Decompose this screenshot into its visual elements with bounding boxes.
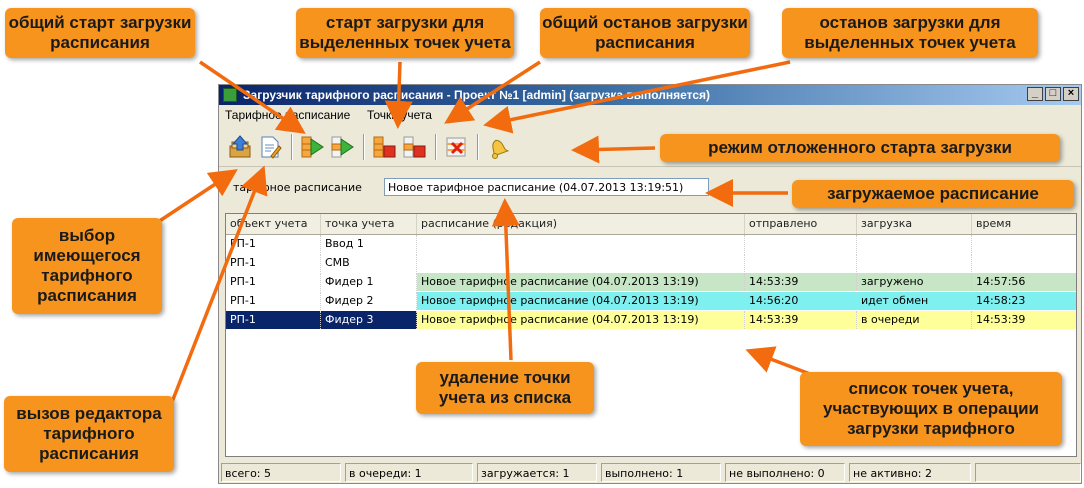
table-cell: 14:56:20 [745,292,857,310]
table-cell [972,254,1076,272]
stop-all-button[interactable] [371,134,397,160]
callout-stop-selected: останов загрузки для выделенных точек уч… [782,8,1038,58]
menu-metering-points[interactable]: Точки учета [367,108,432,122]
start-selected-button[interactable] [329,134,355,160]
table-cell: РП-1 [226,273,321,291]
callout-start-selected: старт загрузки для выделенных точек учет… [296,8,514,58]
status-bar: всего: 5 в очереди: 1 загружается: 1 вып… [221,463,1081,482]
toolbar-separator [363,134,365,160]
open-schedule-icon [229,135,251,158]
start-selected-icon [331,136,354,158]
bell-icon [491,139,510,159]
deferred-start-button[interactable] [485,134,511,160]
schedule-label: тарифное расписание [233,181,362,194]
status-failed: не выполнено: 0 [725,463,845,482]
column-header[interactable]: время [972,214,1076,234]
table-cell: Новое тарифное расписание (04.07.2013 13… [417,311,745,329]
callout-choose-schedule: выбор имеющегося тарифного расписания [12,218,162,314]
stop-selected-icon [403,136,426,158]
stop-all-icon [373,136,396,158]
column-header[interactable]: точка учета [321,214,417,234]
callout-start-all: общий старт загрузки расписания [5,8,195,58]
table-row[interactable]: РП-1 Фидер 1 Новое тарифное расписание (04… [226,273,1076,291]
column-header[interactable]: объект учета [226,214,321,234]
status-queued: в очереди: 1 [345,463,473,482]
table-cell [417,254,745,272]
open-schedule-button[interactable] [227,134,253,160]
schedule-field[interactable]: Новое тарифное расписание (04.07.2013 13… [384,178,709,196]
table-row[interactable]: РП-1 Фидер 3 Новое тарифное расписание (04… [226,311,1076,329]
callout-point-list: список точек учета, участвующих в операц… [800,372,1062,446]
table-cell [857,235,972,253]
table-cell: СМВ [321,254,417,272]
table-cell: идет обмен [857,292,972,310]
delete-point-button[interactable] [443,134,469,160]
status-done: выполнено: 1 [601,463,721,482]
minimize-button[interactable]: _ [1027,87,1043,101]
maximize-button[interactable]: □ [1045,87,1061,101]
callout-loaded-schedule: загружаемое расписание [792,180,1074,208]
toolbar-separator [291,134,293,160]
title-bar[interactable]: Загрузчик тарифного расписания - Проект … [219,85,1081,105]
table-header: объект учета точка учета расписание (ред… [226,214,1076,235]
status-inactive: не активно: 2 [849,463,971,482]
table-cell: РП-1 [226,292,321,310]
start-all-button[interactable] [299,134,325,160]
column-header[interactable]: расписание (редакция) [417,214,745,234]
toolbar-separator [477,134,479,160]
table-row[interactable]: РП-1 Фидер 2 Новое тарифное расписание (04… [226,292,1076,310]
table-cell: 14:57:56 [972,273,1076,291]
table-cell: РП-1 [226,311,321,329]
table-cell: 14:53:39 [745,273,857,291]
close-button[interactable]: × [1063,87,1079,101]
table-cell [417,235,745,253]
table-cell [857,254,972,272]
table-cell: 14:58:23 [972,292,1076,310]
status-loading: загружается: 1 [477,463,597,482]
status-total: всего: 5 [221,463,341,482]
edit-schedule-button[interactable] [257,134,283,160]
table-cell: 14:53:39 [745,311,857,329]
edit-schedule-icon [261,136,282,159]
table-cell: 14:53:39 [972,311,1076,329]
toolbar-separator [435,134,437,160]
table-cell: РП-1 [226,254,321,272]
window-title: Загрузчик тарифного расписания - Проект … [243,88,711,102]
menu-bar: Тарифное расписание Точки учета [219,106,1081,124]
callout-stop-all: общий останов загрузки расписания [540,8,750,58]
status-empty [975,463,1081,482]
table-cell: загружено [857,273,972,291]
table-row[interactable]: РП-1 СМВ [226,254,1076,272]
column-header[interactable]: загрузка [857,214,972,234]
table-cell [745,254,857,272]
callout-delete-point: удаление точки учета из списка [416,362,594,414]
stop-selected-button[interactable] [401,134,427,160]
menu-tariff-schedule[interactable]: Тарифное расписание [225,108,350,122]
callout-open-editor: вызов редактора тарифного расписания [4,396,174,472]
table-cell: РП-1 [226,235,321,253]
table-cell: Фидер 2 [321,292,417,310]
table-cell: Новое тарифное расписание (04.07.2013 13… [417,292,745,310]
table-cell: Фидер 3 [321,311,417,329]
table-cell [745,235,857,253]
start-all-icon [301,136,324,158]
column-header[interactable]: отправлено [745,214,857,234]
table-cell: Ввод 1 [321,235,417,253]
table-cell: Фидер 1 [321,273,417,291]
callout-deferred-start: режим отложенного старта загрузки [660,134,1060,162]
delete-point-icon [446,137,466,157]
table-row[interactable]: РП-1 Ввод 1 [226,235,1076,253]
table-cell: Новое тарифное расписание (04.07.2013 13… [417,273,745,291]
table-cell [972,235,1076,253]
table-cell: в очереди [857,311,972,329]
app-icon [223,88,237,102]
